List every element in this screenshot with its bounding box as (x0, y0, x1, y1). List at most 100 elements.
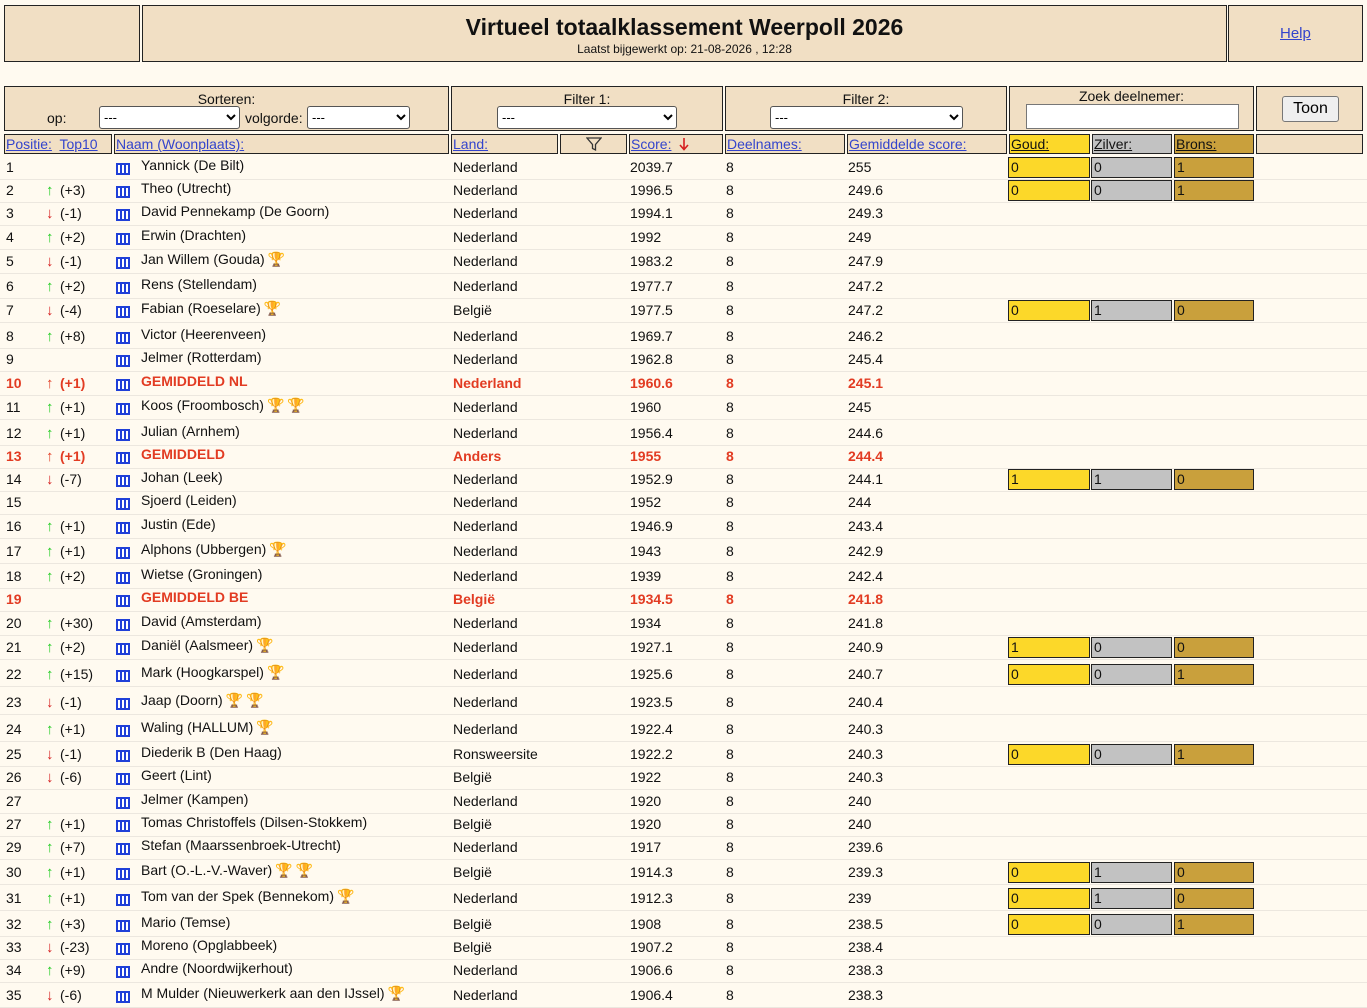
chart-icon[interactable] (116, 429, 130, 441)
chart-icon[interactable] (116, 257, 130, 269)
chart-icon[interactable] (116, 843, 130, 855)
arrow-up-icon: ↑ (46, 639, 54, 656)
chart-icon[interactable] (116, 750, 130, 762)
chart-icon[interactable] (116, 966, 130, 978)
sort-silver-link[interactable]: Zilver: (1094, 136, 1132, 152)
sort-score-link[interactable]: Score: (631, 136, 671, 152)
gold-count: 0 (1008, 157, 1090, 178)
chart-icon[interactable] (116, 820, 130, 832)
silver-count: 1 (1091, 469, 1172, 490)
average-cell: 244.1 (848, 471, 884, 487)
arrow-up-icon: ↑ (46, 816, 54, 833)
sort-name-link[interactable]: Naam (Woonplaats): (116, 136, 244, 152)
chart-icon[interactable] (116, 991, 130, 1003)
chart-icon[interactable] (116, 306, 130, 318)
chart-icon[interactable] (116, 379, 130, 391)
position-cell: 17 (6, 543, 22, 559)
table-row: 16 ↑ (+1) Justin (Ede) Nederland 1946.9 8 243.4 (0, 515, 1367, 539)
chart-icon[interactable] (116, 698, 130, 710)
chart-icon[interactable] (116, 452, 130, 464)
score-cell: 1955 (630, 448, 662, 464)
entries-cell: 8 (726, 328, 734, 344)
rank-change: (+2) (60, 639, 86, 655)
bronze-count: 1 (1174, 914, 1254, 935)
gold-count: 0 (1008, 180, 1090, 201)
chart-icon[interactable] (116, 572, 130, 584)
chart-icon[interactable] (116, 332, 130, 344)
participant-name: Tom van der Spek (Bennekom) 🏆 (141, 888, 355, 904)
participant-name: M Mulder (Nieuwerkerk aan den IJssel) 🏆 (141, 985, 405, 1001)
average-cell: 242.4 (848, 568, 884, 584)
rank-change: (+1) (60, 448, 86, 464)
chart-icon[interactable] (116, 522, 130, 534)
participant-name: Daniël (Aalsmeer) 🏆 (141, 637, 274, 653)
arrow-up-icon: ↑ (46, 328, 54, 345)
chart-icon[interactable] (116, 209, 130, 221)
sort-average-link[interactable]: Gemiddelde score: (849, 136, 967, 152)
chart-icon[interactable] (116, 725, 130, 737)
chart-icon[interactable] (116, 670, 130, 682)
entries-cell: 8 (726, 839, 734, 855)
arrow-up-icon: ↑ (46, 229, 54, 246)
show-button[interactable]: Toon (1282, 96, 1339, 122)
table-row: 24 ↑ (+1) Waling (HALLUM) 🏆 Nederland 1922.4 8 2… (0, 718, 1367, 742)
sort-country-link[interactable]: Land: (453, 136, 488, 152)
chart-icon[interactable] (116, 186, 130, 198)
arrow-up-icon: ↑ (46, 375, 54, 392)
score-cell: 1922.2 (630, 746, 673, 762)
arrow-down-icon: ↓ (46, 253, 54, 270)
average-cell: 255 (848, 159, 872, 175)
score-cell: 2039.7 (630, 159, 673, 175)
arrow-down-icon: ↓ (46, 746, 54, 763)
chart-icon[interactable] (116, 498, 130, 510)
filter1-select[interactable]: --- (497, 106, 677, 129)
chart-icon[interactable] (116, 403, 130, 415)
bronze-count: 0 (1174, 300, 1254, 321)
filter2-select[interactable]: --- (770, 106, 963, 129)
chart-icon[interactable] (116, 619, 130, 631)
chart-icon[interactable] (116, 797, 130, 809)
gold-count: 0 (1008, 664, 1090, 685)
chart-icon[interactable] (116, 894, 130, 906)
chart-icon[interactable] (116, 920, 130, 932)
country-cell: Nederland (453, 471, 518, 487)
chart-icon[interactable] (116, 773, 130, 785)
entries-cell: 8 (726, 253, 734, 269)
participant-name: Koos (Froombosch) 🏆 🏆 (141, 397, 305, 413)
funnel-icon[interactable] (586, 136, 602, 152)
order-select[interactable]: --- (307, 106, 410, 129)
sort-on-select[interactable]: --- (99, 106, 240, 129)
arrow-down-icon: ↓ (46, 302, 54, 319)
silver-count: 1 (1091, 300, 1172, 321)
participant-name: Rens (Stellendam) (141, 276, 257, 292)
sort-gold-link[interactable]: Goud: (1011, 136, 1049, 152)
chart-icon[interactable] (116, 282, 130, 294)
search-input[interactable] (1026, 104, 1239, 129)
participant-name: Justin (Ede) (141, 516, 216, 532)
score-cell: 1952 (630, 494, 662, 510)
chart-icon[interactable] (116, 233, 130, 245)
arrow-down-icon: ↓ (46, 987, 54, 1004)
country-cell: Nederland (453, 328, 518, 344)
entries-cell: 8 (726, 939, 734, 955)
chart-icon[interactable] (116, 943, 130, 955)
help-cell: Help (1228, 5, 1363, 62)
participant-name: Jan Willem (Gouda) 🏆 (141, 251, 286, 267)
help-link[interactable]: Help (1280, 25, 1311, 42)
chart-icon[interactable] (116, 868, 130, 880)
trophy-icon: 🏆 (269, 541, 287, 557)
chart-icon[interactable] (116, 643, 130, 655)
entries-cell: 8 (726, 399, 734, 415)
chart-icon[interactable] (116, 163, 130, 175)
sort-bronze-link[interactable]: Brons: (1176, 136, 1216, 152)
sort-top10-link[interactable]: Top10 (59, 136, 97, 152)
chart-icon[interactable] (116, 475, 130, 487)
sort-position-link[interactable]: Positie: (6, 136, 52, 152)
chart-icon[interactable] (116, 355, 130, 367)
country-cell: Nederland (453, 694, 518, 710)
chart-icon[interactable] (116, 595, 130, 607)
entries-cell: 8 (726, 890, 734, 906)
sort-entries-link[interactable]: Deelnames: (727, 136, 802, 152)
entries-cell: 8 (726, 987, 734, 1003)
chart-icon[interactable] (116, 547, 130, 559)
